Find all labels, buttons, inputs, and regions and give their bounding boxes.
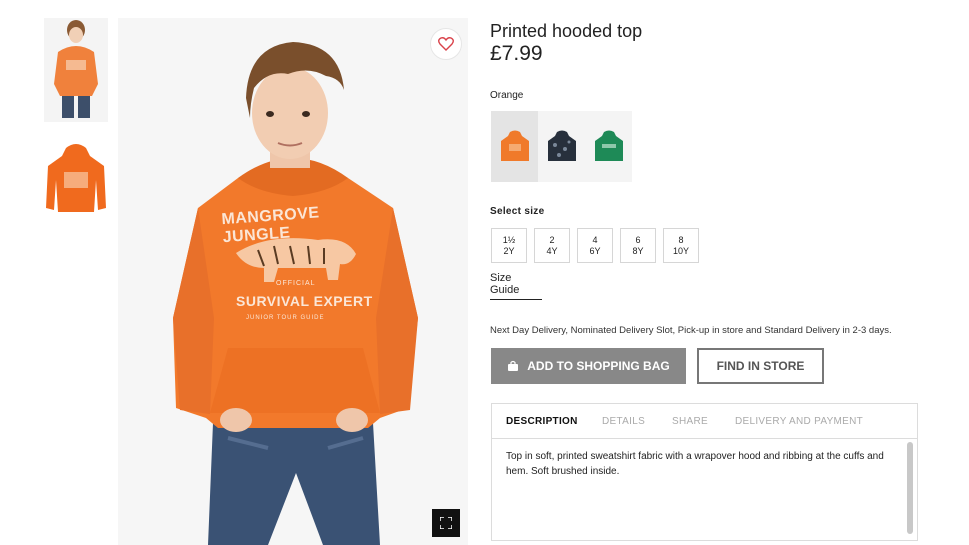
size-option[interactable]: 4 6Y	[577, 228, 613, 263]
description-text: Top in soft, printed sweatshirt fabric w…	[506, 451, 884, 477]
swatch-green-image	[594, 130, 623, 161]
expand-icon	[440, 517, 452, 529]
tab-details[interactable]: DETAILS	[602, 416, 645, 427]
size-option-top: 6	[635, 234, 641, 245]
size-guide-link[interactable]: Size Guide	[490, 272, 542, 300]
size-option-top: 2	[549, 234, 555, 245]
product-title: Printed hooded top	[490, 21, 643, 41]
find-in-store-button[interactable]: FIND IN STORE	[697, 348, 824, 384]
thumbnail-model[interactable]	[44, 18, 108, 122]
size-option-top: 4	[592, 234, 598, 245]
main-product-image[interactable]: MANGROVE JUNGLE OFFICIAL SURVIVAL EXPERT…	[118, 18, 468, 545]
size-option[interactable]: 8 10Y	[663, 228, 699, 263]
add-to-bag-button[interactable]: ADD TO SHOPPING BAG	[491, 348, 686, 384]
tab-delivery-and-payment[interactable]: DELIVERY AND PAYMENT	[735, 416, 863, 427]
description-scrollbar[interactable]	[907, 442, 913, 534]
swatch-orange[interactable]	[491, 111, 538, 182]
swatch-green[interactable]	[585, 111, 632, 182]
thumbnail-model-image	[44, 18, 108, 122]
tab-bar: DESCRIPTION DETAILS SHARE DELIVERY AND P…	[492, 404, 917, 439]
size-option-bottom: 4Y	[546, 245, 558, 256]
thumbnail-product[interactable]	[44, 140, 108, 220]
selected-color-label: Orange	[490, 90, 524, 101]
tab-share[interactable]: SHARE	[672, 416, 708, 427]
size-option-bottom: 8Y	[632, 245, 644, 256]
size-option-bottom: 6Y	[589, 245, 601, 256]
size-option[interactable]: 1½ 2Y	[491, 228, 527, 263]
swatch-navy-image	[547, 130, 576, 161]
delivery-info: Next Day Delivery, Nominated Delivery Sl…	[490, 325, 892, 336]
tab-description[interactable]: DESCRIPTION	[506, 416, 578, 427]
hoodie-print-line4: JUNIOR TOUR GUIDE	[246, 315, 325, 321]
zoom-button[interactable]	[432, 509, 460, 537]
swatch-orange-image	[500, 130, 529, 161]
size-option-top: 1½	[502, 234, 516, 245]
favorite-button[interactable]	[430, 28, 462, 60]
product-info-tabs: DESCRIPTION DETAILS SHARE DELIVERY AND P…	[491, 403, 918, 541]
hoodie-print-line2: OFFICIAL	[276, 280, 316, 287]
add-to-bag-label: ADD TO SHOPPING BAG	[527, 359, 670, 373]
product-price: £7.99	[490, 42, 543, 65]
hoodie-print-line3: SURVIVAL EXPERT	[236, 293, 373, 309]
select-size-label: Select size	[490, 206, 545, 217]
shopping-bag-icon	[508, 360, 519, 371]
size-option-bottom: 10Y	[672, 245, 689, 256]
size-option-top: 8	[678, 234, 684, 245]
swatch-navy[interactable]	[538, 111, 585, 182]
size-option-bottom: 2Y	[503, 245, 515, 256]
size-option[interactable]: 2 4Y	[534, 228, 570, 263]
size-option[interactable]: 6 8Y	[620, 228, 656, 263]
thumbnail-product-image	[46, 144, 106, 212]
heart-icon	[438, 37, 454, 51]
